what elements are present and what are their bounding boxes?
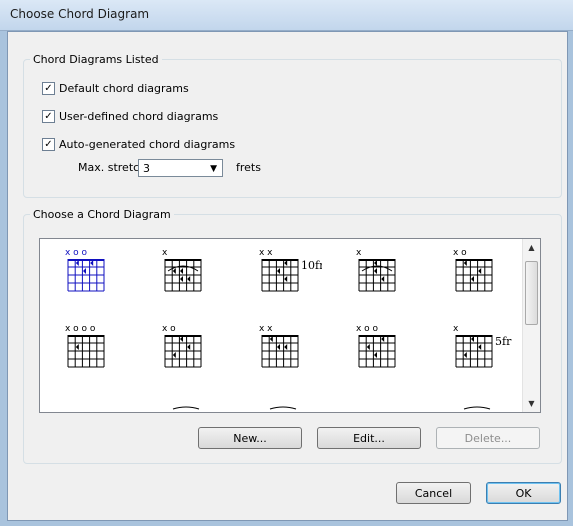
- finger-dot: [478, 344, 482, 350]
- string-markers: x: [162, 248, 168, 258]
- finger-dot: [471, 276, 474, 282]
- chord-diagram-partial[interactable]: [452, 401, 512, 413]
- fret-position-label: 10fr: [301, 259, 322, 272]
- finger-dot: [172, 352, 176, 358]
- finger-dot: [284, 276, 288, 282]
- delete-button[interactable]: Delete...: [436, 427, 540, 449]
- max-stretch-select[interactable]: 3 ▼: [138, 159, 223, 177]
- default-chord-diagrams-option[interactable]: ✓ Default chord diagrams: [42, 80, 189, 96]
- finger-dot: [374, 352, 377, 358]
- finger-dot: [187, 344, 191, 350]
- cancel-button[interactable]: Cancel: [396, 482, 471, 504]
- string-markers: x: [453, 324, 459, 334]
- chord-diagram[interactable]: x o o: [349, 321, 419, 393]
- chord-diagram-list[interactable]: x o oxx x 10fr x x ox o o ox ox xx o o x 5fr …: [39, 238, 541, 413]
- finger-dot: [478, 268, 482, 274]
- nut: [456, 259, 492, 261]
- finger-dot: [374, 268, 377, 274]
- scroll-down-icon[interactable]: ▼: [523, 395, 540, 412]
- string-markers: x x: [259, 248, 273, 258]
- finger-dot: [187, 276, 191, 282]
- finger-dot: [172, 268, 176, 274]
- frets-label: frets: [236, 161, 261, 174]
- chord-diagram[interactable]: x o o o: [58, 321, 128, 393]
- auto-generated-chord-checkbox[interactable]: ✓: [42, 137, 55, 151]
- finger-dot: [75, 344, 79, 350]
- group-legend-listed: Chord Diagrams Listed: [33, 53, 159, 66]
- scroll-up-icon[interactable]: ▲: [523, 239, 540, 256]
- window-title: Choose Chord Diagram: [10, 7, 150, 21]
- string-markers: x o: [162, 324, 176, 334]
- chord-diagram-partial[interactable]: [64, 401, 124, 413]
- nut: [359, 335, 395, 337]
- finger-dot: [83, 268, 86, 274]
- nut: [68, 335, 104, 337]
- barre-arc: [269, 406, 297, 410]
- string-markers: x o o: [356, 324, 379, 334]
- scroll-thumb[interactable]: [525, 261, 538, 325]
- default-chord-checkbox[interactable]: ✓: [42, 81, 55, 95]
- auto-generated-chord-label: Auto-generated chord diagrams: [59, 137, 236, 151]
- nut: [262, 259, 298, 261]
- chord-diagram[interactable]: x: [155, 245, 225, 317]
- finger-dot: [277, 268, 280, 274]
- string-markers: x o o o: [65, 324, 96, 334]
- dialog-body: Chord Diagrams Listed ✓ Default chord di…: [7, 31, 568, 521]
- chord-diagram[interactable]: x: [349, 245, 419, 317]
- string-markers: x: [356, 248, 362, 258]
- nut: [262, 335, 298, 337]
- chevron-down-icon: ▼: [210, 164, 217, 174]
- chord-diagram-partial[interactable]: [258, 401, 318, 413]
- finger-dot: [463, 352, 467, 358]
- chord-diagram-partial[interactable]: [355, 401, 415, 413]
- user-defined-chord-checkbox[interactable]: ✓: [42, 109, 55, 123]
- nut: [165, 259, 201, 261]
- nut: [68, 259, 104, 261]
- finger-dot: [381, 276, 385, 282]
- chord-diagram[interactable]: x o: [155, 321, 225, 393]
- user-defined-chord-diagrams-option[interactable]: ✓ User-defined chord diagrams: [42, 108, 218, 124]
- user-defined-chord-label: User-defined chord diagrams: [59, 109, 219, 123]
- chord-diagrams-listed-group: Chord Diagrams Listed: [23, 53, 562, 198]
- barre-arc: [172, 406, 200, 410]
- edit-button[interactable]: Edit...: [317, 427, 421, 449]
- string-markers: x x: [259, 324, 273, 334]
- finger-dot: [284, 344, 288, 350]
- max-stretch-value: 3: [143, 162, 150, 175]
- finger-dot: [277, 344, 280, 350]
- string-markers: x o o: [65, 248, 88, 258]
- finger-dot: [180, 276, 183, 282]
- finger-dot: [180, 268, 183, 274]
- default-chord-label: Default chord diagrams: [59, 81, 189, 95]
- chord-diagram[interactable]: x 5fr: [446, 321, 516, 393]
- chord-diagram[interactable]: x o o: [58, 245, 128, 317]
- ok-button[interactable]: OK: [486, 482, 561, 504]
- group-legend-choose: Choose a Chord Diagram: [33, 208, 171, 221]
- chord-diagram[interactable]: x x: [252, 321, 322, 393]
- new-button[interactable]: New...: [198, 427, 302, 449]
- finger-dot: [366, 344, 370, 350]
- vertical-scrollbar[interactable]: ▲ ▼: [522, 239, 540, 412]
- string-markers: x o: [453, 248, 467, 258]
- title-bar: Choose Chord Diagram: [0, 0, 573, 31]
- chord-diagram-partial[interactable]: [161, 401, 221, 413]
- auto-generated-chord-diagrams-option[interactable]: ✓ Auto-generated chord diagrams: [42, 136, 235, 152]
- fret-position-label: 5fr: [495, 335, 512, 348]
- chord-diagram[interactable]: x o: [446, 245, 516, 317]
- chord-diagram[interactable]: x x 10fr: [252, 245, 322, 317]
- barre-arc: [463, 406, 491, 410]
